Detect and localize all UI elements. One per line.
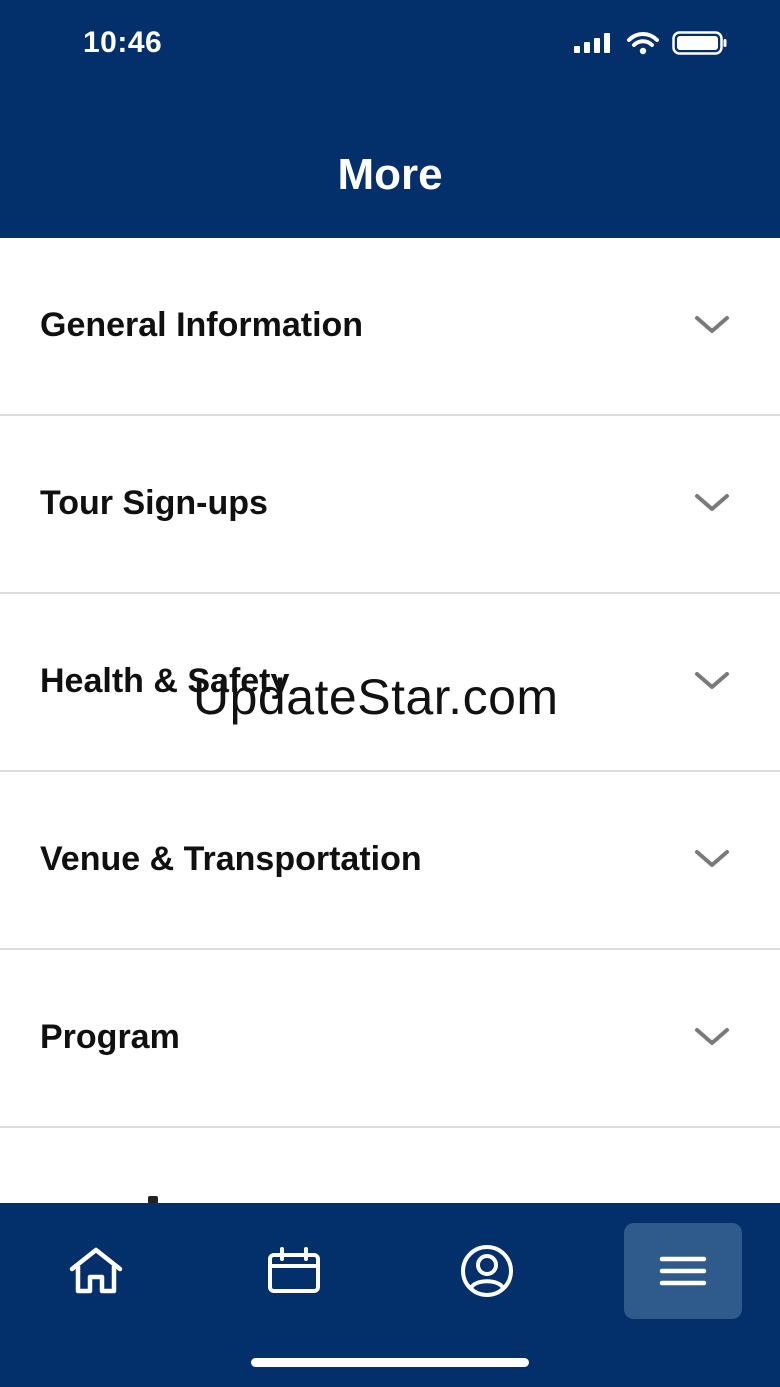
user-circle-icon (461, 1245, 513, 1297)
menu-item-label: Venue & Transportation (40, 840, 422, 878)
home-icon (69, 1247, 123, 1294)
cellular-signal-icon (574, 33, 610, 53)
chevron-down-icon (695, 316, 729, 333)
home-indicator[interactable] (251, 1358, 529, 1367)
status-bar: 10:46 (0, 0, 780, 90)
tab-more-menu[interactable] (624, 1223, 742, 1319)
menu-item-program[interactable]: Program (0, 950, 780, 1128)
menu-item-label: General Information (40, 306, 364, 344)
menu-item-label: Program (40, 1018, 180, 1056)
status-time: 10:46 (83, 26, 163, 59)
calendar-icon (268, 1247, 320, 1293)
chevron-down-icon (695, 1028, 729, 1045)
app-header: 10:46 More (0, 0, 780, 238)
hamburger-menu-icon (659, 1256, 707, 1286)
wifi-icon (627, 32, 659, 55)
watermark: UpdateStar.com (193, 669, 559, 725)
menu-item-tour-sign-ups[interactable]: Tour Sign-ups (0, 416, 780, 594)
chevron-down-icon (695, 494, 729, 511)
tab-profile[interactable] (428, 1223, 546, 1319)
tab-calendar[interactable] (235, 1223, 353, 1319)
menu-item-venue-transportation[interactable]: Venue & Transportation (0, 772, 780, 950)
more-screen: 10:46 More General Information Tour Sign… (0, 0, 780, 1387)
chevron-down-icon (695, 850, 729, 867)
chevron-down-icon (695, 672, 729, 689)
menu-item-general-information[interactable]: General Information (0, 238, 780, 416)
battery-icon (672, 31, 727, 55)
page-title: More (337, 150, 443, 199)
tab-home[interactable] (37, 1223, 155, 1319)
menu-item-label: Tour Sign-ups (40, 484, 268, 522)
status-icons (574, 28, 728, 58)
